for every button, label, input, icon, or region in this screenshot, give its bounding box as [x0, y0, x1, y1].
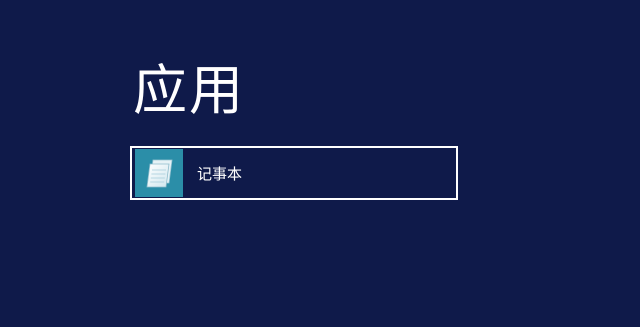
notepad-icon	[146, 159, 173, 188]
app-tile-notepad[interactable]: 记事本	[130, 146, 458, 200]
app-label: 记事本	[197, 164, 243, 183]
start-screen: 应用 记事本	[0, 0, 640, 327]
app-icon-container	[135, 149, 183, 197]
section-title: 应用	[133, 59, 245, 122]
